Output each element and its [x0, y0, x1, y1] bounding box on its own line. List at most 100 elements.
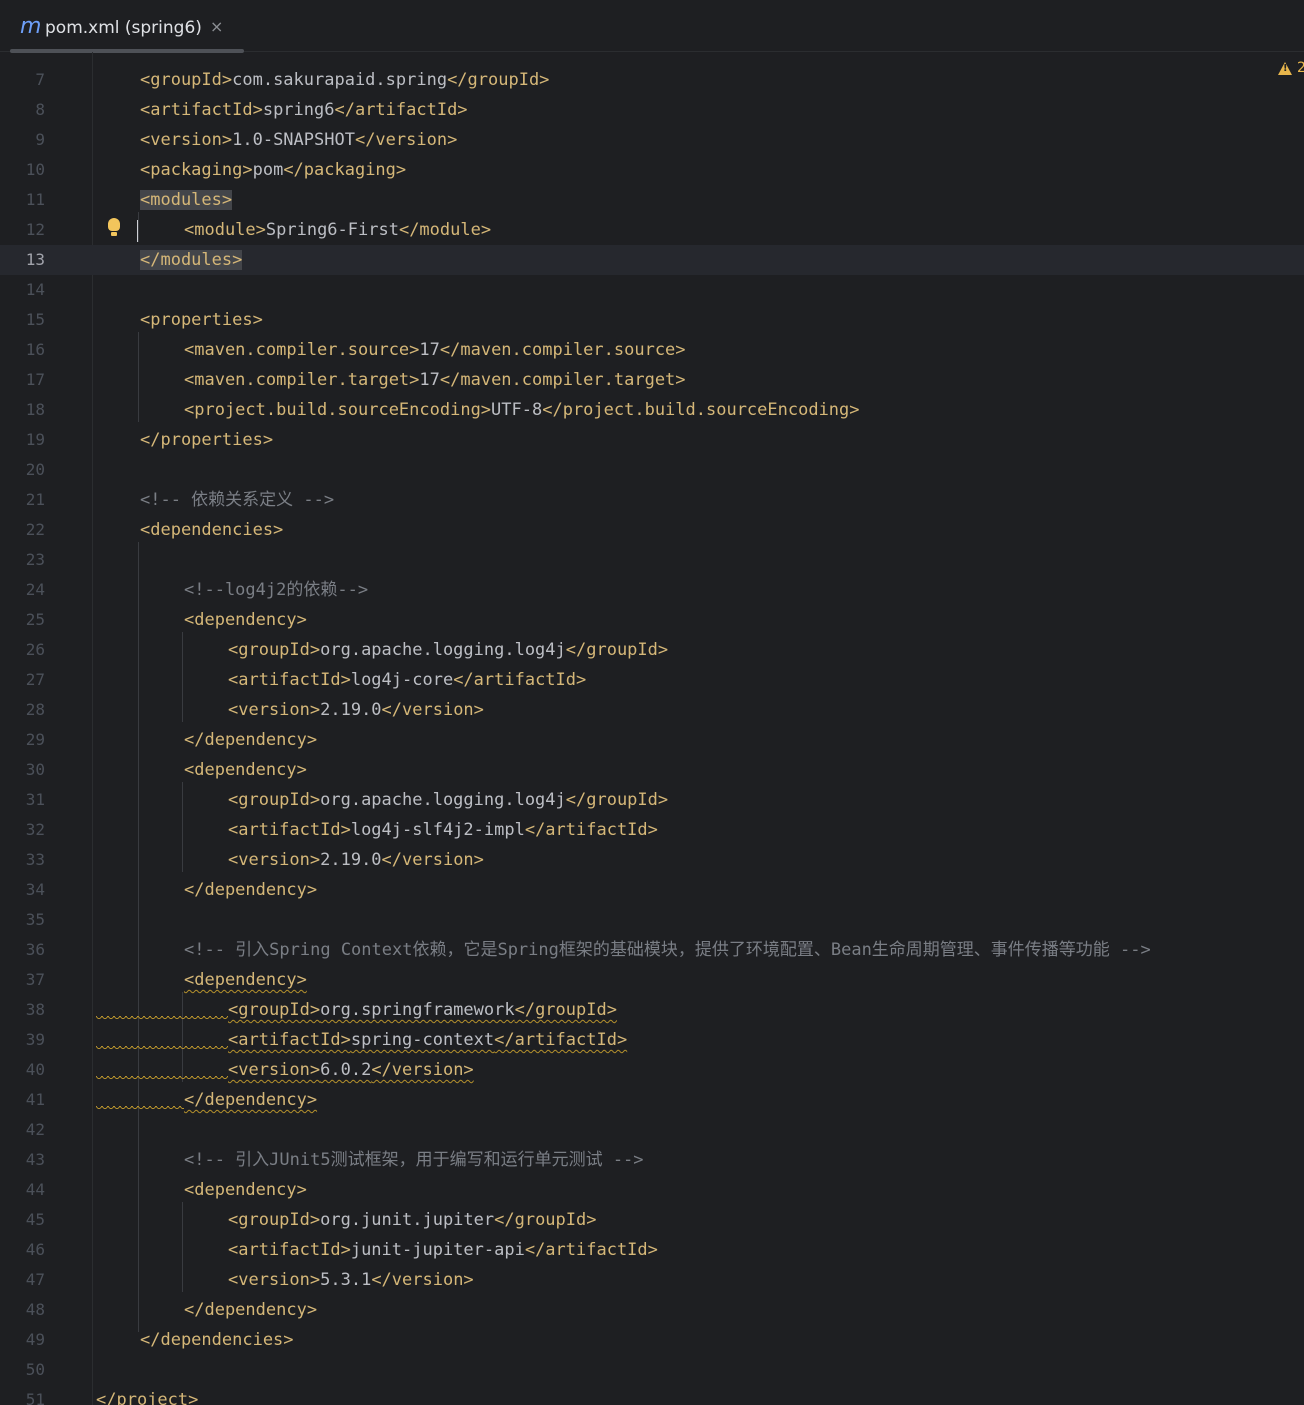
line-number[interactable]: 46 [0, 1235, 45, 1265]
line-number[interactable]: 41 [0, 1085, 45, 1115]
code-line[interactable]: 28 <version>2.19.0</version> [0, 695, 1304, 725]
line-number[interactable]: 42 [0, 1115, 45, 1145]
code-line[interactable]: 30 <dependency> [0, 755, 1304, 785]
code-line[interactable]: 36 <!-- 引入Spring Context依赖，它是Spring框架的基础模… [0, 935, 1304, 965]
code-line[interactable]: 9 <version>1.0-SNAPSHOT</version> [0, 125, 1304, 155]
line-number[interactable]: 22 [0, 515, 45, 545]
line-number[interactable]: 21 [0, 485, 45, 515]
code-line[interactable]: 23 [0, 545, 1304, 575]
line-number[interactable]: 15 [0, 305, 45, 335]
line-number[interactable]: 43 [0, 1145, 45, 1175]
code-line[interactable]: 20 [0, 455, 1304, 485]
code-line[interactable]: 41 </dependency> [0, 1085, 1304, 1115]
code-line[interactable]: 10 <packaging>pom</packaging> [0, 155, 1304, 185]
line-number[interactable]: 48 [0, 1295, 45, 1325]
line-number[interactable]: 10 [0, 155, 45, 185]
line-number[interactable]: 11 [0, 185, 45, 215]
line-number[interactable]: 29 [0, 725, 45, 755]
code-line[interactable]: 15 <properties> [0, 305, 1304, 335]
line-number[interactable]: 28 [0, 695, 45, 725]
tab-label: pom.xml (spring6) [45, 18, 202, 38]
code-line[interactable]: 33 <version>2.19.0</version> [0, 845, 1304, 875]
code-line[interactable]: 46 <artifactId>junit-jupiter-api</artifac… [0, 1235, 1304, 1265]
line-number[interactable]: 35 [0, 905, 45, 935]
line-number[interactable]: 7 [0, 65, 45, 95]
line-number[interactable]: 24 [0, 575, 45, 605]
code-editor[interactable]: 7 <groupId>com.sakurapaid.spring</groupId… [0, 52, 1304, 1405]
xml-text: org.apache.logging.log4j [320, 790, 566, 810]
code-line[interactable]: 13 </modules> [0, 245, 1304, 275]
line-number[interactable]: 23 [0, 545, 45, 575]
code-line[interactable]: 24 <!--log4j2的依赖--> [0, 575, 1304, 605]
code-line[interactable]: 45 <groupId>org.junit.jupiter</groupId> [0, 1205, 1304, 1235]
code-line[interactable]: 29 </dependency> [0, 725, 1304, 755]
line-number[interactable]: 13 [0, 245, 45, 275]
code-line[interactable]: 14 [0, 275, 1304, 305]
line-number[interactable]: 40 [0, 1055, 45, 1085]
line-number[interactable]: 51 [0, 1385, 45, 1405]
code-line[interactable]: 12 <module>Spring6-First</module> [0, 215, 1304, 245]
line-number[interactable]: 49 [0, 1325, 45, 1355]
code-line[interactable]: 43 <!-- 引入JUnit5测试框架，用于编写和运行单元测试 --> [0, 1145, 1304, 1175]
indent-guide [138, 212, 139, 242]
line-number[interactable]: 32 [0, 815, 45, 845]
code-line[interactable]: 31 <groupId>org.apache.logging.log4j</gro… [0, 785, 1304, 815]
line-number[interactable]: 20 [0, 455, 45, 485]
code-line[interactable]: 8 <artifactId>spring6</artifactId> [0, 95, 1304, 125]
line-number[interactable]: 34 [0, 875, 45, 905]
code-line[interactable]: 22 <dependencies> [0, 515, 1304, 545]
line-number[interactable]: 27 [0, 665, 45, 695]
code-line[interactable]: 44 <dependency> [0, 1175, 1304, 1205]
code-line[interactable]: 26 <groupId>org.apache.logging.log4j</gro… [0, 635, 1304, 665]
code-line[interactable]: 16 <maven.compiler.source>17</maven.compi… [0, 335, 1304, 365]
line-number[interactable]: 8 [0, 95, 45, 125]
code-line[interactable]: 35 [0, 905, 1304, 935]
line-number[interactable]: 31 [0, 785, 45, 815]
code-line[interactable]: 7 <groupId>com.sakurapaid.spring</groupId… [0, 65, 1304, 95]
line-number[interactable]: 45 [0, 1205, 45, 1235]
line-number[interactable]: 36 [0, 935, 45, 965]
code-line[interactable]: 21 <!-- 依赖关系定义 --> [0, 485, 1304, 515]
line-number[interactable]: 39 [0, 1025, 45, 1055]
code-line[interactable]: 50 [0, 1355, 1304, 1385]
line-number[interactable]: 44 [0, 1175, 45, 1205]
code-line[interactable]: 34 </dependency> [0, 875, 1304, 905]
line-number[interactable]: 47 [0, 1265, 45, 1295]
tab-pom-xml[interactable]: m pom.xml (spring6) × [6, 6, 244, 53]
code-line[interactable]: 47 <version>5.3.1</version> [0, 1265, 1304, 1295]
code-line[interactable]: 51 </project> [0, 1385, 1304, 1405]
line-number[interactable]: 18 [0, 395, 45, 425]
code-line[interactable]: 19 </properties> [0, 425, 1304, 455]
line-number[interactable]: 14 [0, 275, 45, 305]
code-line[interactable]: 37 <dependency> [0, 965, 1304, 995]
line-number[interactable]: 16 [0, 335, 45, 365]
code-text: <packaging>pom</packaging> [140, 155, 406, 185]
code-line[interactable]: 27 <artifactId>log4j-core</artifactId> [0, 665, 1304, 695]
xml-tag: <artifactId> [140, 100, 263, 120]
lightbulb-icon[interactable] [106, 218, 122, 240]
code-text: </dependency> [184, 1295, 317, 1325]
code-line[interactable]: 17 <maven.compiler.target>17</maven.compi… [0, 365, 1304, 395]
line-number[interactable]: 30 [0, 755, 45, 785]
code-line[interactable]: 42 [0, 1115, 1304, 1145]
line-number[interactable]: 33 [0, 845, 45, 875]
line-number[interactable]: 38 [0, 995, 45, 1025]
code-line[interactable]: 48 </dependency> [0, 1295, 1304, 1325]
code-line[interactable]: 32 <artifactId>log4j-slf4j2-impl</artifac… [0, 815, 1304, 845]
code-line[interactable]: 11 <modules> [0, 185, 1304, 215]
line-number[interactable]: 26 [0, 635, 45, 665]
line-number[interactable]: 37 [0, 965, 45, 995]
line-number[interactable]: 17 [0, 365, 45, 395]
code-text: <modules> [140, 185, 233, 215]
code-line[interactable]: 49 </dependencies> [0, 1325, 1304, 1355]
xml-tag: </version> [371, 1270, 474, 1290]
close-icon[interactable]: × [210, 17, 223, 36]
line-number[interactable]: 25 [0, 605, 45, 635]
line-number[interactable]: 9 [0, 125, 45, 155]
code-line[interactable]: 18 <project.build.sourceEncoding>UTF-8</p… [0, 395, 1304, 425]
code-line[interactable]: 25 <dependency> [0, 605, 1304, 635]
line-number[interactable]: 19 [0, 425, 45, 455]
line-number[interactable]: 50 [0, 1355, 45, 1385]
code-text: <!-- 引入Spring Context依赖，它是Spring框架的基础模块，… [184, 935, 1151, 965]
line-number[interactable]: 12 [0, 215, 45, 245]
